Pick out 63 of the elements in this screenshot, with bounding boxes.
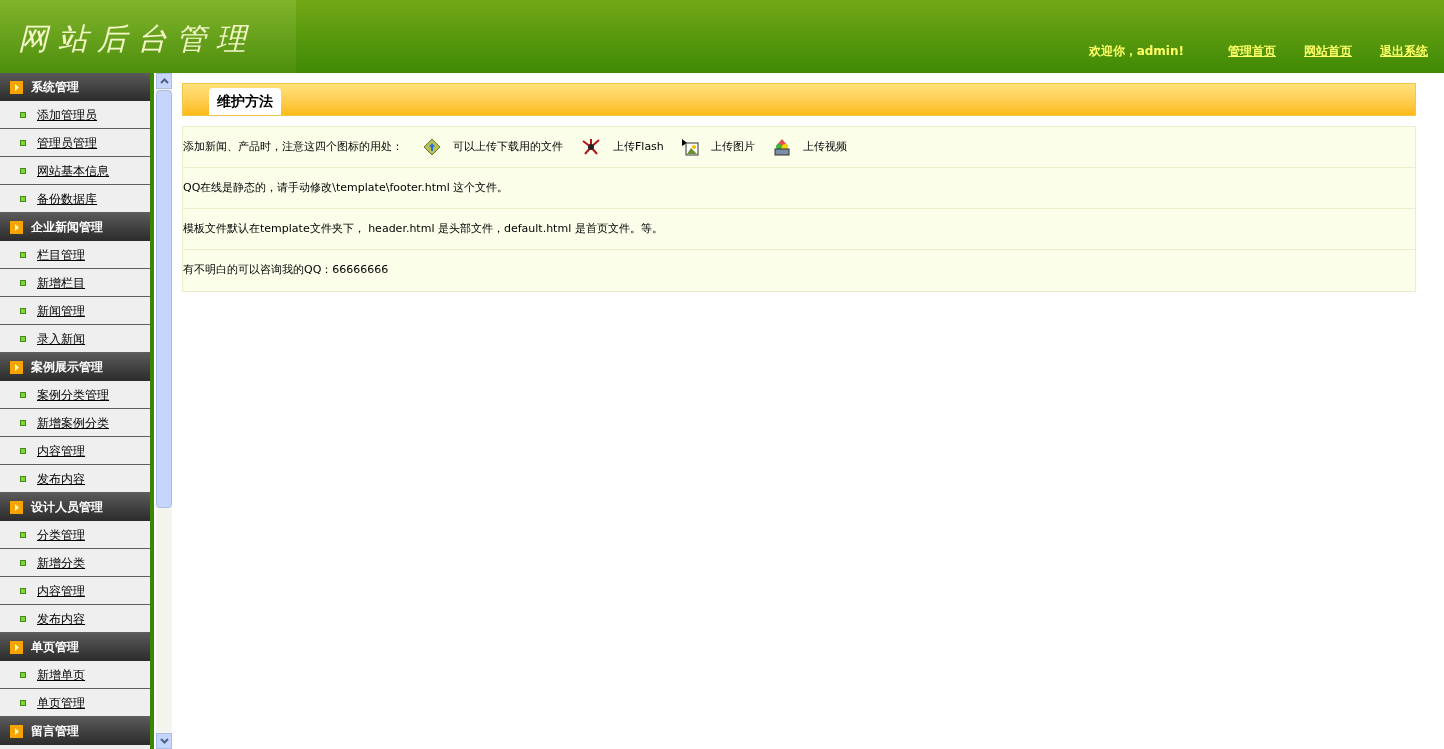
bullet-icon [20,307,26,314]
info-text: 模板文件默认在template文件夹下， header.html 是头部文件，default.html 是首页文件。等。 [183,220,663,237]
image-icon [681,138,699,156]
menu-link[interactable]: 内容管理 [37,581,85,600]
menu-link[interactable]: 内容管理 [37,441,85,460]
info-text: 有不明白的可以咨询我的QQ：66666666 [183,262,389,279]
menu-link[interactable]: 录入新闻 [37,329,85,348]
menu-link[interactable]: 新增单页 [37,665,85,684]
bullet-icon [20,559,26,566]
bullet-icon [20,587,26,594]
menu-link[interactable]: 单页管理 [37,693,85,712]
menu-link[interactable]: 添加管理员 [37,105,97,124]
bullet-icon [20,419,26,426]
menu-group-header[interactable]: 留言管理 [0,717,150,745]
bullet-icon [20,111,26,118]
bullet-icon [20,447,26,454]
scroll-up-icon[interactable] [159,78,169,84]
menu-link[interactable]: 网站基本信息 [37,161,109,180]
bullet-icon [20,279,26,286]
scrollbar[interactable] [156,73,172,749]
welcome-text: 欢迎你，admin! [1088,43,1184,60]
bullet-icon [20,167,26,174]
icon-label: 上传Flash [613,138,664,155]
menu-link[interactable]: 分类管理 [37,525,85,544]
site-logo: 网 站 后 台 管 理 [0,0,296,73]
icon-label: 上传图片 [710,138,755,155]
menu-group-header[interactable]: 企业新闻管理 [0,213,150,241]
header-link[interactable]: 退出系统 [1380,42,1428,60]
video-icon [772,138,791,156]
upload-icon [423,138,441,156]
bullet-icon [20,391,26,398]
menu-group-header[interactable]: 案例展示管理 [0,353,150,381]
info-text: 添加新闻、产品时，注意这四个图标的用处： [183,138,403,155]
menu-link[interactable]: 案例分类管理 [37,385,109,404]
menu-group-header[interactable]: 系统管理 [0,73,150,101]
header-link[interactable]: 网站首页 [1304,42,1352,60]
menu-group-header[interactable]: 设计人员管理 [0,493,150,521]
panel-tab[interactable]: 维护方法 [209,88,281,115]
header-link[interactable]: 管理首页 [1228,42,1276,60]
menu-link[interactable]: 发布内容 [37,469,85,488]
menu-link[interactable]: 备份数据库 [37,189,97,208]
menu-link[interactable]: 新闻管理 [37,301,85,320]
bullet-icon [20,195,26,202]
menu-link[interactable]: 新增栏目 [37,273,85,292]
menu-link[interactable]: 栏目管理 [37,245,85,264]
bullet-icon [20,531,26,538]
menu-link[interactable]: 发布内容 [37,609,85,628]
bullet-icon [20,139,26,146]
bullet-icon [20,251,26,258]
info-text: QQ在线是静态的，请手动修改\template\footer.html 这个文件。 [183,179,509,196]
menu-group-header[interactable]: 单页管理 [0,633,150,661]
scroll-down-icon[interactable] [159,738,169,744]
bullet-icon [20,671,26,678]
menu-link[interactable]: 管理员管理 [37,133,97,152]
bullet-icon [20,475,26,482]
icon-label: 上传视频 [802,138,847,155]
bullet-icon [20,699,26,706]
bullet-icon [20,335,26,342]
menu-link[interactable]: 新增案例分类 [37,413,109,432]
flash-icon [581,138,601,156]
bullet-icon [20,615,26,622]
menu-link[interactable]: 新增分类 [37,553,85,572]
icon-label: 可以上传下载用的文件 [453,138,563,155]
